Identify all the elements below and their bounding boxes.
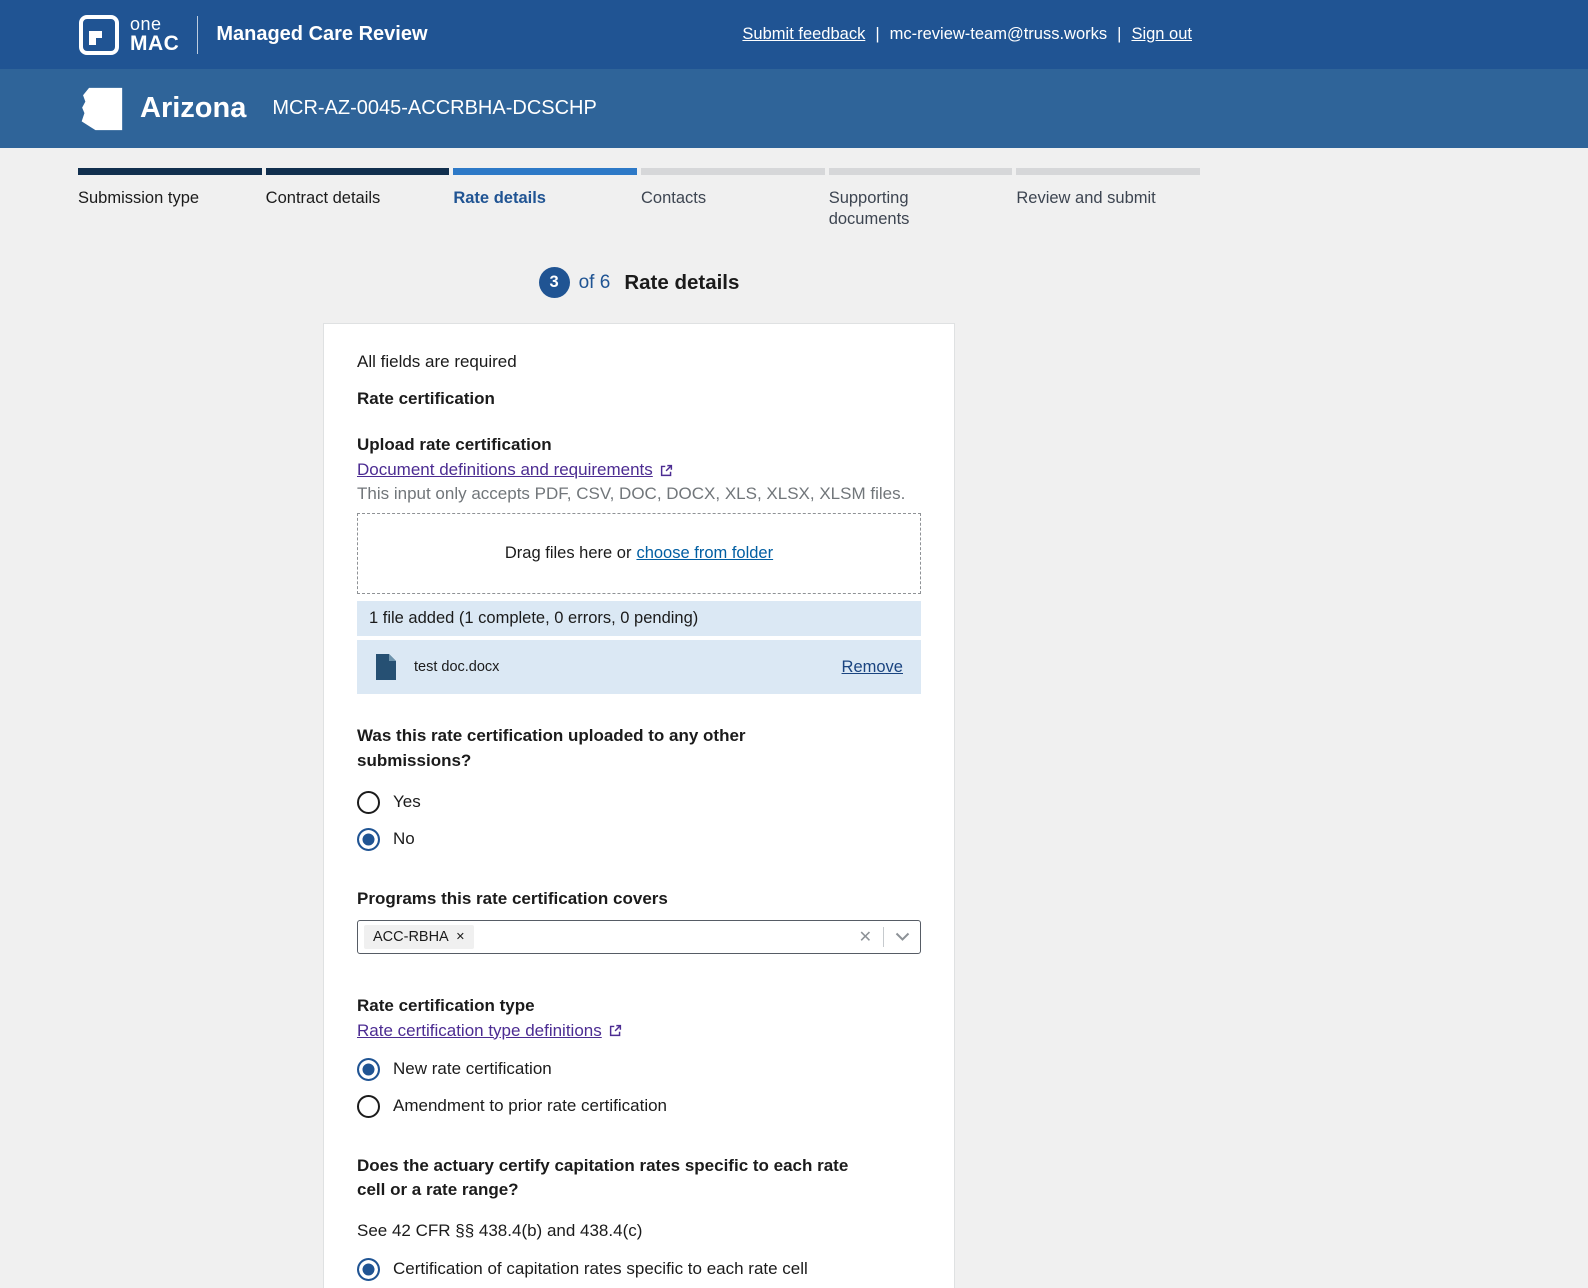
step-progress-bar bbox=[78, 168, 262, 175]
step-progress-bar bbox=[453, 168, 637, 175]
submit-feedback-link[interactable]: Submit feedback bbox=[742, 25, 865, 44]
programs-label: Programs this rate certification covers bbox=[357, 889, 921, 909]
file-name: test doc.docx bbox=[414, 659, 499, 675]
clear-selection-icon[interactable]: ✕ bbox=[859, 927, 872, 947]
actuary-question: Does the actuary certify capitation rate… bbox=[357, 1154, 862, 1203]
external-link-icon bbox=[609, 1024, 622, 1037]
chip-remove-icon[interactable]: ✕ bbox=[456, 930, 465, 943]
step-indicator: Submission type Contract details Rate de… bbox=[78, 168, 1200, 229]
step-progress-bar bbox=[1016, 168, 1200, 175]
brand-divider bbox=[197, 16, 198, 54]
actuary-radio-group: Certification of capitation rates specif… bbox=[357, 1258, 921, 1288]
app-header: one MAC Managed Care Review Submit feedb… bbox=[0, 0, 1588, 69]
radio-label: Yes bbox=[393, 792, 421, 812]
brand[interactable]: one MAC Managed Care Review bbox=[78, 14, 428, 56]
page-title: Rate details bbox=[624, 271, 739, 295]
step-supporting-documents[interactable]: Supporting documents bbox=[829, 168, 1013, 229]
cert-type-definitions-link[interactable]: Rate certification type definitions bbox=[357, 1021, 602, 1041]
radio-option-amendment[interactable]: Amendment to prior rate certification bbox=[357, 1095, 921, 1118]
file-types-hint: This input only accepts PDF, CSV, DOC, D… bbox=[357, 484, 921, 504]
step-submission-type[interactable]: Submission type bbox=[78, 168, 262, 229]
radio-label: Certification of capitation rates specif… bbox=[393, 1259, 808, 1279]
arizona-state-icon bbox=[78, 86, 124, 132]
step-progress-bar bbox=[266, 168, 450, 175]
radio-option-no[interactable]: No bbox=[357, 828, 921, 851]
choose-from-folder-link[interactable]: choose from folder bbox=[636, 544, 773, 563]
sign-out-link[interactable]: Sign out bbox=[1131, 25, 1192, 44]
chevron-down-icon[interactable] bbox=[895, 932, 910, 941]
step-label: Review and submit bbox=[1016, 188, 1200, 209]
step-label: Contacts bbox=[641, 188, 825, 209]
multiselect-divider bbox=[883, 927, 884, 947]
cert-type-radio-group: New rate certification Amendment to prio… bbox=[357, 1058, 921, 1118]
radio-option-rates-per-rate-cell[interactable]: Certification of capitation rates specif… bbox=[357, 1258, 921, 1281]
user-email: mc-review-team@truss.works bbox=[890, 25, 1108, 44]
separator: | bbox=[1117, 25, 1121, 44]
cfr-reference: See 42 CFR §§ 438.4(b) and 438.4(c) bbox=[357, 1221, 921, 1241]
step-of-total: of 6 bbox=[579, 272, 611, 294]
submission-id: MCR-AZ-0045-ACCRBHA-DCSCHP bbox=[272, 97, 596, 120]
separator: | bbox=[875, 25, 879, 44]
cert-type-label: Rate certification type bbox=[357, 996, 921, 1016]
state-banner: Arizona MCR-AZ-0045-ACCRBHA-DCSCHP bbox=[0, 69, 1588, 148]
upload-label: Upload rate certification bbox=[357, 435, 921, 455]
step-progress-bar bbox=[829, 168, 1013, 175]
step-rate-details[interactable]: Rate details bbox=[453, 168, 637, 229]
programs-multiselect[interactable]: ACC-RBHA ✕ ✕ bbox=[357, 920, 921, 954]
radio-label: Amendment to prior rate certification bbox=[393, 1096, 667, 1116]
onemac-logo-icon bbox=[78, 14, 120, 56]
app-title: Managed Care Review bbox=[216, 23, 427, 46]
document-icon bbox=[375, 653, 397, 681]
file-upload-summary: 1 file added (1 complete, 0 errors, 0 pe… bbox=[357, 601, 921, 636]
section-title: Rate certification bbox=[357, 389, 921, 409]
radio-label: No bbox=[393, 829, 415, 849]
step-label: Submission type bbox=[78, 188, 262, 209]
step-review-and-submit[interactable]: Review and submit bbox=[1016, 168, 1200, 229]
external-link-icon bbox=[660, 464, 673, 477]
rate-details-card: All fields are required Rate certificati… bbox=[323, 323, 955, 1288]
radio-icon[interactable] bbox=[357, 1058, 380, 1081]
step-heading: 3 of 6 Rate details bbox=[78, 267, 1200, 298]
step-label: Supporting documents bbox=[829, 188, 1013, 229]
radio-icon[interactable] bbox=[357, 1095, 380, 1118]
radio-icon[interactable] bbox=[357, 828, 380, 851]
required-note: All fields are required bbox=[357, 352, 921, 372]
logo-one: one bbox=[130, 15, 179, 33]
program-chip-label: ACC-RBHA bbox=[373, 929, 449, 945]
step-contract-details[interactable]: Contract details bbox=[266, 168, 450, 229]
state-name: Arizona bbox=[140, 92, 246, 125]
step-label: Rate details bbox=[453, 188, 637, 209]
step-number-badge: 3 bbox=[539, 267, 570, 298]
step-label: Contract details bbox=[266, 188, 450, 209]
step-progress-bar bbox=[641, 168, 825, 175]
radio-label: New rate certification bbox=[393, 1059, 552, 1079]
program-chip: ACC-RBHA ✕ bbox=[364, 925, 474, 949]
onemac-logo-text: one MAC bbox=[130, 15, 179, 54]
radio-option-yes[interactable]: Yes bbox=[357, 791, 921, 814]
header-links: Submit feedback | mc-review-team@truss.w… bbox=[742, 25, 1192, 44]
document-definitions-link[interactable]: Document definitions and requirements bbox=[357, 460, 653, 480]
radio-icon[interactable] bbox=[357, 1258, 380, 1281]
remove-file-link[interactable]: Remove bbox=[842, 658, 903, 677]
other-submissions-radio-group: Yes No bbox=[357, 791, 921, 851]
radio-option-new-rate-certification[interactable]: New rate certification bbox=[357, 1058, 921, 1081]
logo-mac: MAC bbox=[130, 33, 179, 54]
other-submissions-question: Was this rate certification uploaded to … bbox=[357, 724, 757, 773]
step-contacts[interactable]: Contacts bbox=[641, 168, 825, 229]
dropzone-text: Drag files here or bbox=[505, 544, 632, 563]
radio-icon[interactable] bbox=[357, 791, 380, 814]
file-dropzone[interactable]: Drag files here or choose from folder bbox=[357, 513, 921, 594]
uploaded-file-row: test doc.docx Remove bbox=[357, 640, 921, 694]
